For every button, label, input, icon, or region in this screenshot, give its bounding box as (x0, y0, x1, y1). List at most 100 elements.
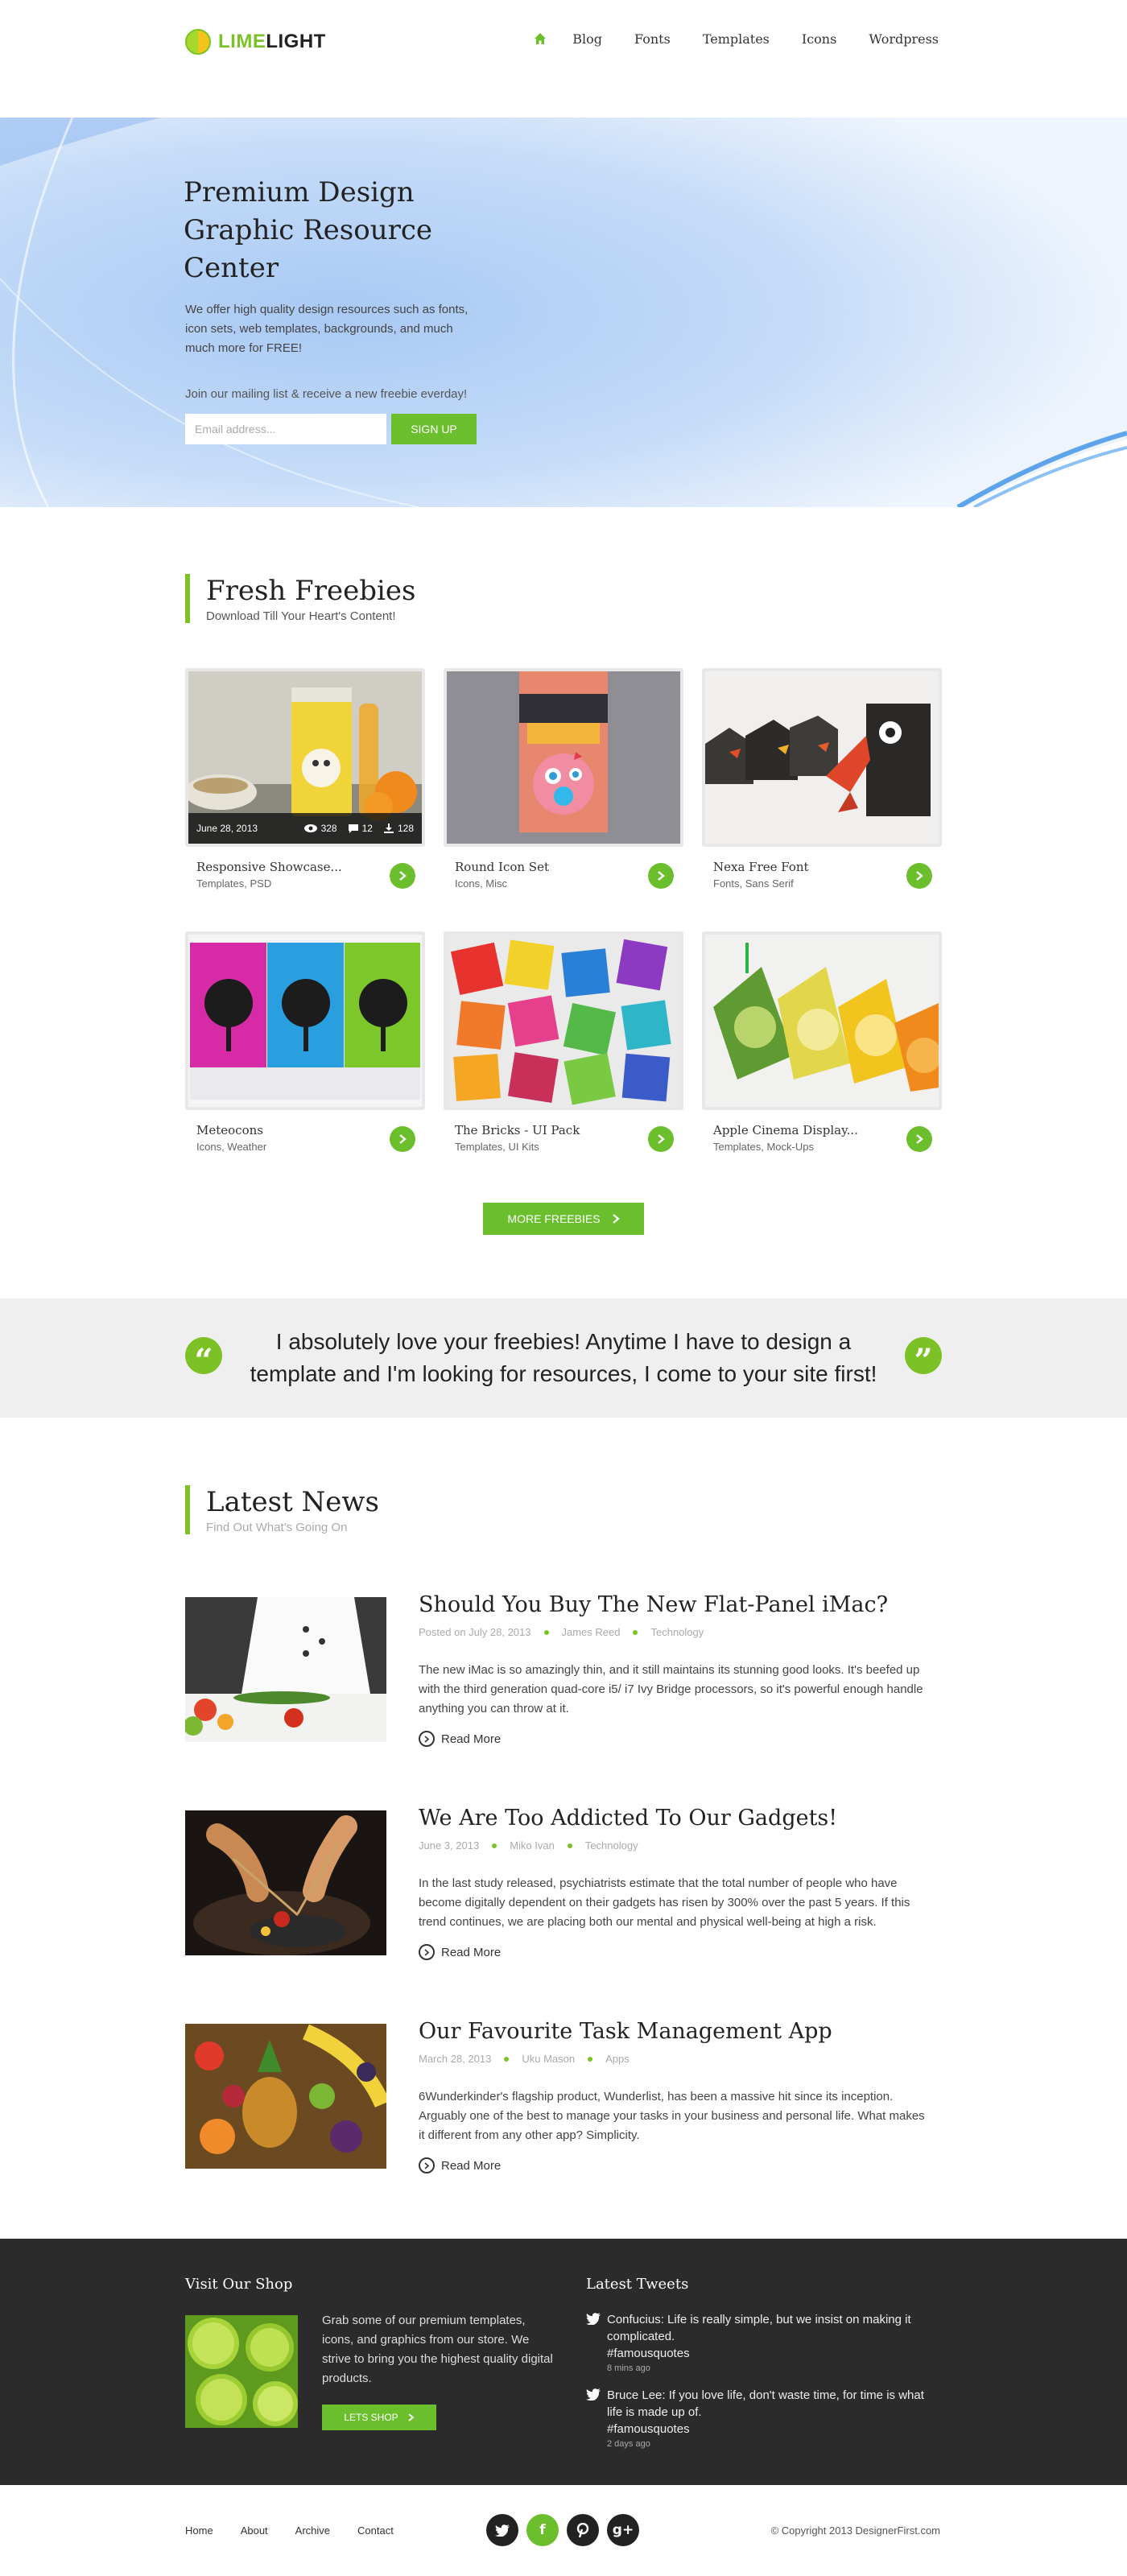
freebie-title[interactable]: Round Icon Set (455, 860, 549, 874)
read-more-link[interactable]: Read More (419, 1731, 501, 1747)
freebie-date: June 28, 2013 (196, 823, 258, 834)
chevron-right-icon[interactable] (906, 863, 932, 889)
chevron-right-icon[interactable] (906, 1126, 932, 1152)
read-more-link[interactable]: Read More (419, 2157, 501, 2174)
read-more-link[interactable]: Read More (419, 1944, 501, 1960)
tweet-text: Confucius: Life is really simple, but we… (607, 2313, 911, 2343)
facebook-icon[interactable]: f (526, 2514, 559, 2546)
lets-shop-button[interactable]: LETS SHOP (322, 2405, 436, 2430)
testimonial-section: “ I absolutely love your freebies! Anyti… (0, 1298, 1127, 1418)
news-category[interactable]: Technology (585, 1839, 638, 1852)
freebie-thumbnail[interactable] (702, 931, 942, 1110)
news-item-title[interactable]: We Are Too Addicted To Our Gadgets! (419, 1806, 837, 1831)
logo-mark-icon (185, 29, 211, 55)
quote-open-icon: “ (185, 1337, 222, 1380)
google-plus-icon[interactable]: g+ (607, 2514, 639, 2546)
eye-icon (303, 824, 317, 832)
twitter-icon[interactable] (486, 2514, 518, 2546)
views-stat: 328 (303, 823, 337, 834)
nav-item-wordpress[interactable]: Wordpress (869, 31, 939, 47)
download-icon (383, 824, 394, 833)
tweet-hashtag[interactable]: #famousquotes (607, 2421, 940, 2438)
news-item-body: 6Wunderkinder's flagship product, Wunder… (419, 2090, 925, 2142)
chevron-right-icon (419, 1731, 435, 1747)
freebie-card[interactable]: Nexa Free Font Fonts, Sans Serif (702, 668, 942, 902)
pinterest-icon[interactable] (567, 2514, 599, 2546)
chevron-right-icon (408, 2413, 415, 2421)
freebie-title[interactable]: Responsive Showcase... (196, 860, 342, 874)
freebie-card[interactable]: Meteocons Icons, Weather (185, 931, 425, 1165)
tweet-time: 2 days ago (607, 2439, 650, 2449)
chevron-right-icon[interactable] (648, 863, 674, 889)
nav-item-blog[interactable]: Blog (572, 31, 602, 47)
tweet-hashtag[interactable]: #famousquotes (607, 2345, 940, 2362)
news-author[interactable]: Miko Ivan (510, 1839, 555, 1852)
shop-image[interactable] (185, 2315, 298, 2428)
freebies-title: Fresh Freebies (206, 575, 416, 607)
freebies-subtitle: Download Till Your Heart's Content! (206, 609, 396, 623)
freebies-heading: Fresh Freebies Download Till Your Heart'… (185, 574, 415, 623)
chevron-right-icon[interactable] (390, 1126, 415, 1152)
quote-close-icon: ” (905, 1337, 942, 1380)
hero-title: Premium Design Graphic Resource Center (184, 176, 433, 284)
freebie-thumbnail[interactable] (444, 931, 683, 1110)
news-thumbnail[interactable] (185, 1810, 386, 1955)
footer-link-about[interactable]: About (241, 2524, 268, 2537)
footer-link-archive[interactable]: Archive (295, 2524, 330, 2537)
home-icon[interactable] (532, 31, 548, 47)
twitter-bird-icon (586, 2313, 601, 2325)
freebie-card[interactable]: June 28, 2013 328 12 128 Responsive Show… (185, 668, 425, 902)
freebie-title[interactable]: The Bricks - UI Pack (455, 1123, 580, 1137)
freebie-card[interactable]: Round Icon Set Icons, Misc (444, 668, 683, 902)
chevron-right-icon (419, 1944, 435, 1960)
news-item-meta: June 3, 2013 Miko Ivan Technology (419, 1839, 638, 1852)
freebie-card[interactable]: Apple Cinema Display... Templates, Mock-… (702, 931, 942, 1165)
news-category[interactable]: Apps (605, 2053, 630, 2065)
tweet-item: Bruce Lee: If you love life, don't waste… (586, 2387, 940, 2449)
freebie-thumbnail[interactable] (444, 668, 683, 847)
news-heading: Latest News Find Out What's Going On (185, 1485, 379, 1534)
freebie-card[interactable]: The Bricks - UI Pack Templates, UI Kits (444, 931, 683, 1165)
email-input[interactable] (185, 414, 386, 444)
news-item-title[interactable]: Should You Buy The New Flat-Panel iMac? (419, 1592, 888, 1617)
freebie-stats-bar: June 28, 2013 328 12 128 (188, 813, 422, 844)
main-nav: Blog Fonts Templates Icons Wordpress (532, 31, 939, 47)
site-header: LIMELIGHT Blog Fonts Templates Icons Wor… (0, 0, 1127, 118)
nav-item-templates[interactable]: Templates (703, 31, 770, 47)
logo-text: LIMELIGHT (218, 31, 326, 52)
chevron-right-icon[interactable] (648, 1126, 674, 1152)
news-date: March 28, 2013 (419, 2053, 492, 2065)
news-thumbnail[interactable] (185, 2024, 386, 2169)
chevron-right-icon[interactable] (390, 863, 415, 889)
news-date: Posted on July 28, 2013 (419, 1626, 531, 1638)
nav-item-icons[interactable]: Icons (802, 31, 836, 47)
news-author[interactable]: Uku Mason (522, 2053, 575, 2065)
news-item-meta: Posted on July 28, 2013 James Reed Techn… (419, 1626, 704, 1638)
testimonial-text: I absolutely love your freebies! Anytime… (250, 1329, 877, 1386)
news-author[interactable]: James Reed (562, 1626, 621, 1638)
logo[interactable]: LIMELIGHT (185, 28, 326, 56)
freebie-thumbnail[interactable] (185, 931, 425, 1110)
freebie-title[interactable]: Nexa Free Font (713, 860, 809, 874)
news-title: Latest News (206, 1486, 379, 1518)
freebie-thumbnail[interactable]: June 28, 2013 328 12 128 (185, 668, 425, 847)
news-item-title[interactable]: Our Favourite Task Management App (419, 2019, 832, 2044)
comment-icon (348, 824, 358, 833)
freebie-title[interactable]: Meteocons (196, 1123, 263, 1137)
tweet-text: Bruce Lee: If you love life, don't waste… (607, 2388, 924, 2419)
footer-link-contact[interactable]: Contact (357, 2524, 394, 2537)
footer-bottom: Home About Archive Contact f g+ © Copyri… (0, 2485, 1127, 2576)
more-freebies-button[interactable]: MORE FREEBIES (483, 1203, 644, 1235)
news-thumbnail[interactable] (185, 1597, 386, 1742)
freebie-category: Fonts, Sans Serif (713, 877, 794, 890)
news-item-body: The new iMac is so amazingly thin, and i… (419, 1663, 923, 1715)
signup-button[interactable]: SIGN UP (391, 414, 477, 444)
nav-item-fonts[interactable]: Fonts (634, 31, 671, 47)
downloads-stat: 128 (383, 823, 414, 834)
footer-widgets: Visit Our Shop Grab some of our premium … (0, 2239, 1127, 2485)
footer-link-home[interactable]: Home (185, 2524, 213, 2537)
freebie-thumbnail[interactable] (702, 668, 942, 847)
news-item-meta: March 28, 2013 Uku Mason Apps (419, 2053, 630, 2065)
news-category[interactable]: Technology (650, 1626, 704, 1638)
freebie-title[interactable]: Apple Cinema Display... (713, 1123, 858, 1137)
